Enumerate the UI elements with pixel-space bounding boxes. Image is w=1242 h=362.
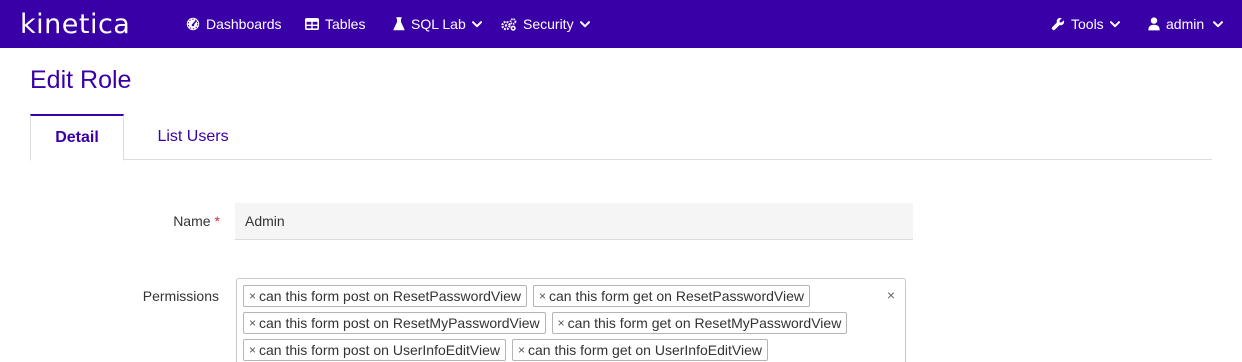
nav-tools-label: Tools: [1071, 16, 1104, 32]
permission-chip: × can this form post on ResetPasswordView: [243, 285, 527, 307]
permissions-field-label: Permissions: [99, 288, 219, 304]
clear-all-icon[interactable]: ×: [887, 287, 895, 303]
tab-bar: Detail List Users: [30, 114, 1212, 161]
tab-detail[interactable]: Detail: [30, 114, 124, 161]
nav-sql-lab-label: SQL Lab: [411, 16, 466, 32]
nav-tables-label: Tables: [325, 16, 366, 32]
name-label-text: Name: [173, 213, 211, 229]
brand-logo[interactable]: kinetica: [20, 8, 130, 40]
permissions-chip-row: × can this form post on UserInfoEditView …: [243, 339, 768, 361]
permission-chip: × can this form post on UserInfoEditView: [243, 339, 506, 361]
permission-chip-label: can this form get on UserInfoEditView: [528, 342, 762, 358]
nav-security-label: Security: [523, 16, 574, 32]
chevron-down-icon: [579, 20, 590, 28]
chevron-down-icon: [471, 20, 482, 28]
permission-chip-label: can this form get on ResetMyPasswordView: [567, 315, 842, 331]
user-icon: [1148, 17, 1160, 31]
tab-list-users[interactable]: List Users: [138, 114, 248, 160]
permissions-label-text: Permissions: [142, 288, 219, 304]
flask-icon: [393, 17, 405, 31]
top-navbar: kinetica Dashboards Tables SQL Lab Secur…: [0, 0, 1242, 48]
permission-chip-label: can this form post on ResetPasswordView: [259, 288, 521, 304]
permissions-chip-row: × can this form post on ResetPasswordView…: [243, 285, 810, 307]
nav-dashboards-label: Dashboards: [206, 16, 282, 32]
required-mark: *: [214, 213, 220, 229]
name-field-label: Name *: [100, 213, 220, 229]
permission-chip-label: can this form post on ResetMyPasswordVie…: [259, 315, 540, 331]
remove-chip-icon[interactable]: ×: [249, 289, 256, 303]
nav-user-menu[interactable]: admin: [1148, 0, 1224, 48]
remove-chip-icon[interactable]: ×: [539, 289, 546, 303]
permission-chip: × can this form get on ResetPasswordView: [533, 285, 810, 307]
permissions-multiselect[interactable]: × can this form post on ResetPasswordView…: [236, 278, 906, 362]
chevron-down-icon: [1109, 20, 1120, 28]
remove-chip-icon[interactable]: ×: [558, 316, 565, 330]
permissions-chip-row: × can this form post on ResetMyPasswordVi…: [243, 312, 848, 334]
remove-chip-icon[interactable]: ×: [249, 343, 256, 357]
permission-chip: × can this form get on ResetMyPasswordVie…: [551, 312, 848, 334]
dashboard-gauge-icon: [186, 17, 200, 31]
name-field[interactable]: [235, 203, 913, 240]
nav-security[interactable]: Security: [501, 0, 590, 48]
remove-chip-icon[interactable]: ×: [249, 316, 256, 330]
remove-chip-icon[interactable]: ×: [518, 343, 525, 357]
gears-icon: [501, 17, 517, 31]
chevron-down-icon: [1213, 20, 1224, 28]
nav-user-label: admin: [1166, 16, 1205, 32]
nav-sql-lab[interactable]: SQL Lab: [393, 0, 482, 48]
nav-dashboards[interactable]: Dashboards: [186, 0, 282, 48]
page-title: Edit Role: [30, 66, 132, 94]
permission-chip-label: can this form get on ResetPasswordView: [549, 288, 804, 304]
permission-chip-label: can this form post on UserInfoEditView: [259, 342, 500, 358]
nav-tables[interactable]: Tables: [305, 0, 365, 48]
permission-chip: × can this form post on ResetMyPasswordVi…: [243, 312, 546, 334]
nav-tools[interactable]: Tools: [1051, 0, 1120, 48]
brand-name: kinetica: [20, 8, 131, 40]
table-icon: [305, 18, 319, 30]
permission-chip: × can this form get on UserInfoEditView: [511, 339, 768, 361]
wrench-icon: [1051, 17, 1065, 31]
